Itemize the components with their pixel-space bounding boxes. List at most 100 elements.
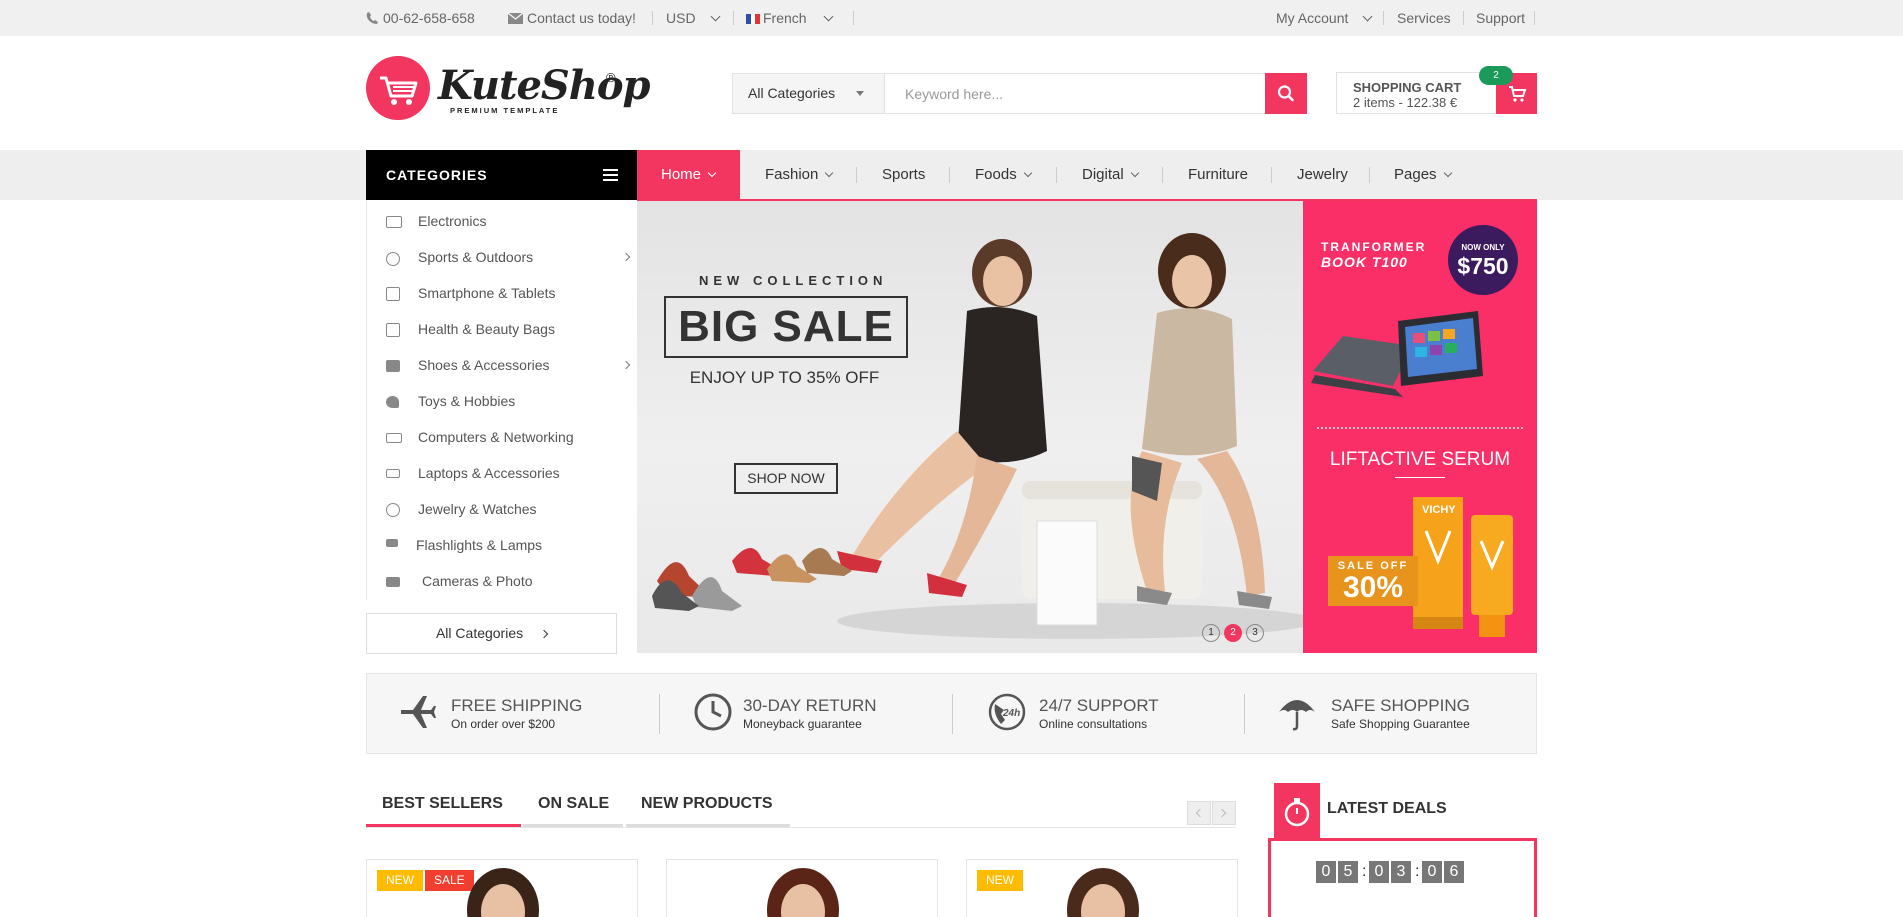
slider-dot-1[interactable]: 1 bbox=[1202, 624, 1220, 642]
my-account-label: My Account bbox=[1276, 10, 1349, 26]
phone-number: 00-62-658-658 bbox=[383, 10, 475, 26]
nav-item-jewelry[interactable]: Jewelry bbox=[1297, 150, 1348, 200]
sidebar-item-shoes-accessories[interactable]: Shoes & Accessories bbox=[367, 347, 637, 383]
feature-subtitle: On order over $200 bbox=[451, 717, 556, 731]
sidebar-item-cameras-photo[interactable]: Cameras & Photo bbox=[367, 563, 637, 599]
search-input[interactable] bbox=[885, 74, 1266, 113]
computer-icon bbox=[386, 433, 402, 443]
tab-on-sale[interactable]: ON SALE bbox=[538, 795, 609, 813]
support-link[interactable]: Support bbox=[1476, 0, 1525, 36]
sidebar-item-flashlights-lamps[interactable]: Flashlights & Lamps bbox=[367, 527, 637, 563]
tab-new-products[interactable]: NEW PRODUCTS bbox=[641, 795, 773, 813]
feature-subtitle: Online consultations bbox=[1039, 717, 1148, 731]
feature-subtitle: Moneyback guarantee bbox=[743, 717, 862, 731]
nav-item-fashion[interactable]: Fashion bbox=[765, 150, 834, 200]
divider bbox=[1534, 11, 1535, 25]
sidebar-item-jewelry-watches[interactable]: Jewelry & Watches bbox=[367, 491, 637, 527]
caret-down-icon bbox=[856, 91, 864, 96]
hero-slider[interactable]: NEW COLLECTION BIG SALE ENJOY UP TO 35% … bbox=[637, 201, 1303, 653]
tab-best-sellers[interactable]: BEST SELLERS bbox=[382, 795, 503, 813]
sidebar-item-label: Health & Beauty Bags bbox=[418, 321, 555, 337]
slider-dot-2[interactable]: 2 bbox=[1224, 624, 1242, 642]
categories-toggle[interactable]: CATEGORIES bbox=[366, 150, 638, 200]
logo-text[interactable]: KuteShop bbox=[438, 62, 651, 109]
toy-icon bbox=[386, 396, 399, 408]
nav-item-sports[interactable]: Sports bbox=[882, 150, 925, 200]
sidebar-item-toys-hobbies[interactable]: Toys & Hobbies bbox=[367, 383, 637, 419]
sidebar-item-laptops-accessories[interactable]: Laptops & Accessories bbox=[367, 455, 637, 491]
tabs-baseline bbox=[366, 827, 1236, 828]
search-category-select[interactable]: All Categories bbox=[733, 74, 885, 113]
currency-select[interactable]: USD bbox=[666, 0, 721, 36]
shopping-cart-summary[interactable]: SHOPPING CART 2 items - 122.38 € bbox=[1336, 72, 1497, 114]
slider-headline: BIG SALE bbox=[664, 296, 908, 358]
slider-dot-3[interactable]: 3 bbox=[1246, 624, 1264, 642]
sidebar-item-electronics[interactable]: Electronics bbox=[367, 203, 637, 239]
chevron-right-icon bbox=[1217, 808, 1227, 818]
vichy-brand-label: VICHY bbox=[1422, 504, 1456, 516]
countdown-colon: : bbox=[1415, 863, 1420, 880]
tab-indicator bbox=[626, 824, 790, 827]
health-icon bbox=[386, 323, 400, 337]
chevron-down-icon bbox=[1443, 168, 1452, 178]
shop-now-button[interactable]: SHOP NOW bbox=[734, 463, 838, 494]
sidebar-item-health-beauty[interactable]: Health & Beauty Bags bbox=[367, 311, 637, 347]
divider bbox=[952, 694, 953, 734]
my-account-menu[interactable]: My Account bbox=[1276, 0, 1373, 36]
sidebar-item-label: Toys & Hobbies bbox=[418, 393, 516, 409]
divider bbox=[1056, 167, 1057, 183]
sale-off-badge: SALE OFF 30% bbox=[1328, 556, 1418, 606]
chevron-right-icon bbox=[621, 360, 631, 370]
countdown-colon: : bbox=[1362, 863, 1367, 880]
nav-item-digital[interactable]: Digital bbox=[1082, 150, 1139, 200]
carousel-prev-button[interactable] bbox=[1187, 801, 1211, 825]
product-card[interactable]: NEW bbox=[966, 859, 1238, 917]
nav-home-label: Home bbox=[661, 166, 702, 183]
carousel-next-button[interactable] bbox=[1212, 801, 1236, 825]
countdown-digit: 0 bbox=[1422, 861, 1442, 883]
nav-item-pages[interactable]: Pages bbox=[1394, 150, 1452, 200]
sidebar-item-smartphone-tablets[interactable]: Smartphone & Tablets bbox=[367, 275, 637, 311]
sidebar-item-sports-outdoors[interactable]: Sports & Outdoors bbox=[367, 239, 637, 275]
chevron-down-icon bbox=[823, 11, 834, 22]
laptop-icon bbox=[386, 469, 400, 478]
french-flag-icon bbox=[746, 14, 760, 24]
ring-icon bbox=[386, 503, 400, 517]
chevron-left-icon bbox=[1195, 808, 1205, 818]
feature-title: FREE SHIPPING bbox=[451, 696, 583, 715]
feature-30-day-return: 30-DAY RETURN Moneyback guarantee bbox=[693, 674, 953, 753]
chevron-down-icon bbox=[707, 168, 717, 178]
cart-title: SHOPPING CART bbox=[1353, 80, 1462, 95]
feature-support: 24h 24/7 SUPPORT Online consultations bbox=[987, 674, 1247, 753]
nav-pages-label: Pages bbox=[1394, 166, 1437, 183]
feature-title: 24/7 SUPPORT bbox=[1039, 696, 1159, 715]
now-only-label: NOW ONLY bbox=[1461, 243, 1505, 252]
promo-banner[interactable]: TRANFORMER BOOK T100 NOW ONLY $750 LIFTA… bbox=[1303, 201, 1537, 653]
tv-icon bbox=[386, 216, 402, 228]
services-link[interactable]: Services bbox=[1397, 0, 1451, 36]
nav-item-home[interactable]: Home bbox=[661, 150, 717, 200]
slider-subline: ENJOY UP TO 35% OFF bbox=[689, 368, 880, 387]
language-select[interactable]: French bbox=[746, 0, 834, 36]
all-categories-button[interactable]: All Categories bbox=[366, 613, 617, 654]
price-circle: NOW ONLY $750 bbox=[1448, 225, 1518, 295]
product-card[interactable] bbox=[666, 859, 938, 917]
search-category-label: All Categories bbox=[748, 85, 836, 101]
countdown-digit: 6 bbox=[1444, 861, 1464, 883]
envelope-icon bbox=[507, 12, 524, 24]
chevron-down-icon bbox=[825, 168, 834, 178]
nav-item-furniture[interactable]: Furniture bbox=[1188, 150, 1248, 200]
logo-cart-icon[interactable] bbox=[366, 56, 430, 120]
clock-icon bbox=[694, 693, 732, 731]
product-card[interactable]: NEW SALE bbox=[366, 859, 638, 917]
contact-link[interactable]: Contact us today! bbox=[507, 0, 636, 36]
search-button[interactable] bbox=[1265, 73, 1307, 114]
phone-icon bbox=[386, 287, 400, 301]
laptop-tablet-image bbox=[1311, 311, 1483, 397]
bicycle-icon bbox=[386, 252, 400, 266]
nav-item-foods[interactable]: Foods bbox=[975, 150, 1032, 200]
chevron-down-icon bbox=[710, 11, 721, 22]
chevron-right-icon bbox=[539, 629, 549, 639]
sidebar-item-computers-networking[interactable]: Computers & Networking bbox=[367, 419, 637, 455]
countdown-digit: 3 bbox=[1391, 861, 1411, 883]
